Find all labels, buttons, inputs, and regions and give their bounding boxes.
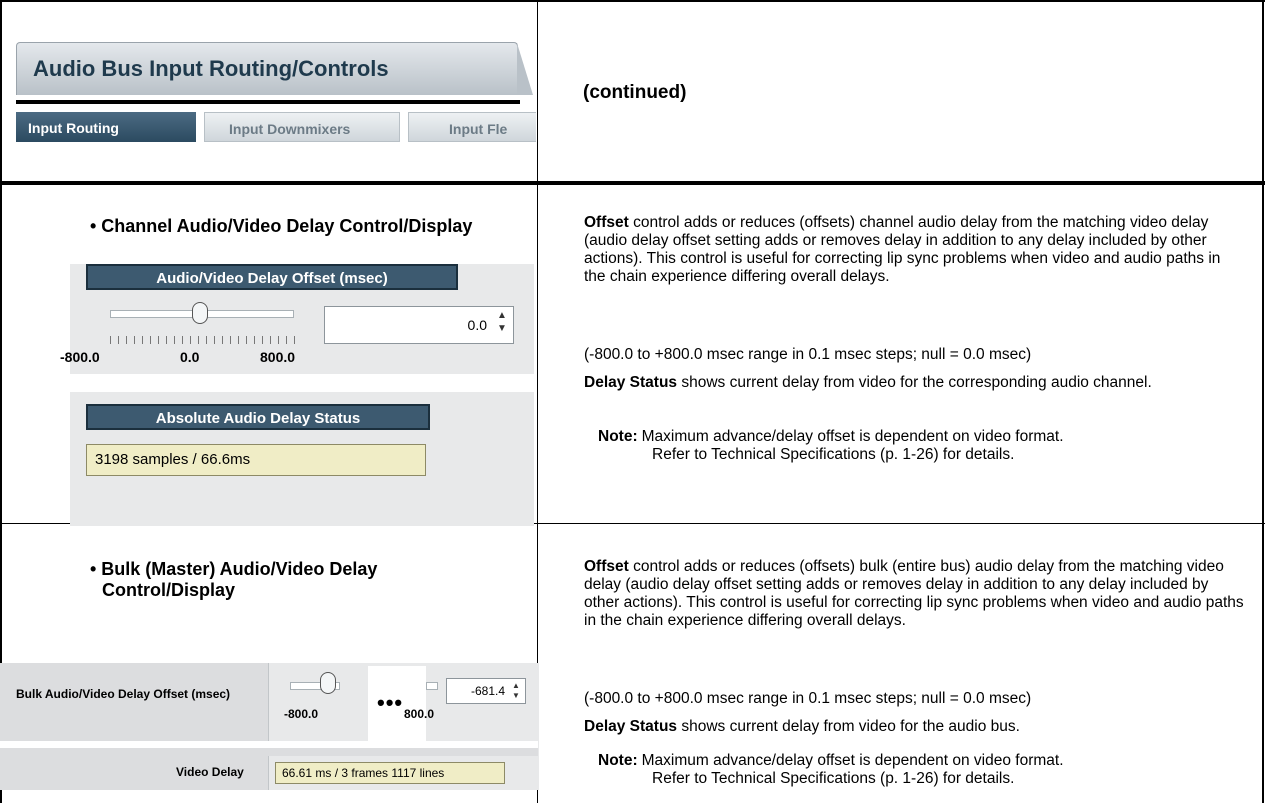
bulk-slider-min-label: -800.0 <box>284 707 319 721</box>
bulk-offset-spinner[interactable]: -681.4 ▲ ▼ <box>446 678 526 704</box>
video-delay-status: 66.61 ms / 3 frames 1117 lines <box>275 762 505 784</box>
section1-heading: • Channel Audio/Video Delay Control/Disp… <box>90 216 473 236</box>
header-ui-capture: Audio Bus Input Routing/Controls Input R… <box>16 42 536 142</box>
video-delay-label-text: Video Delay <box>176 765 244 779</box>
offset-slider-ticks <box>110 336 296 344</box>
slider-max-label: 800.0 <box>260 349 296 365</box>
offset-term: Offset <box>584 214 629 231</box>
section2-heading-line1: • Bulk (Master) Audio/Video Delay <box>90 559 378 579</box>
bulk-ui-separator <box>0 741 538 748</box>
section2-heading: • Bulk (Master) Audio/Video Delay Contro… <box>90 559 377 601</box>
continued-label: (continued) <box>583 82 687 103</box>
ellipsis-icon: ••• <box>377 690 404 715</box>
section2-note: Note: Maximum advance/delay offset is dep… <box>598 752 1248 788</box>
page-title-tab: Audio Bus Input Routing/Controls <box>16 42 533 95</box>
bulk-offset-description: control adds or reduces (offsets) bulk (… <box>584 558 1244 629</box>
bulk-note-label: Note: <box>598 752 638 769</box>
absolute-delay-status: 3198 samples / 66.6ms <box>86 444 426 476</box>
section1-note: Note: Maximum advance/delay offset is dep… <box>598 428 1248 464</box>
offset-slider-thumb[interactable] <box>192 302 208 324</box>
header-row-bottom-border <box>0 181 1265 185</box>
page-title: Audio Bus Input Routing/Controls <box>33 56 389 81</box>
section2-range: (-800.0 to +800.0 msec range in 0.1 msec… <box>584 690 1032 707</box>
offset-spinner-value: 0.0 <box>467 317 487 333</box>
bulk-slider-max-label: 800.0 <box>404 707 435 721</box>
offset-panel-title: Audio/Video Delay Offset (msec) <box>86 264 458 290</box>
bulk-slider-track-right[interactable] <box>426 682 438 690</box>
slider-min-label: -800.0 <box>60 349 100 365</box>
tab-input-fle[interactable]: Input Fle <box>408 112 536 142</box>
bulk-note-line1: Maximum advance/delay offset is dependen… <box>641 752 1064 769</box>
section1-paragraph-status: Delay Status shows current delay from vi… <box>584 374 1244 392</box>
note-line2: Refer to Technical Specifications (p. 1-… <box>652 446 1015 463</box>
table-top-border <box>0 0 1265 2</box>
section2-heading-line2: Control/Display <box>102 580 236 600</box>
bulk-delay-status-term: Delay Status <box>584 718 678 735</box>
delay-status-term: Delay Status <box>584 374 678 391</box>
ui-gap <box>70 374 534 392</box>
title-underline <box>16 100 520 104</box>
bulk-slider-thumb[interactable] <box>320 672 336 694</box>
channel-delay-ui-capture: Audio/Video Delay Offset (msec) -800.0 0… <box>60 264 534 526</box>
bulk-offset-label: Bulk Audio/Video Delay Offset (msec) <box>16 687 231 701</box>
tab-input-downmixers[interactable]: Input Downmixers <box>204 112 400 142</box>
offset-spinner[interactable]: 0.0 ▲ ▼ <box>324 306 514 344</box>
section2-paragraph-status: Delay Status shows current delay from vi… <box>584 718 1244 736</box>
section2-paragraph-offset: Offset control adds or reduces (offsets)… <box>584 558 1244 630</box>
table-right-border <box>1262 0 1264 803</box>
slider-mid-label: 0.0 <box>180 349 200 365</box>
note-line1: Maximum advance/delay offset is dependen… <box>641 428 1064 445</box>
section1-range: (-800.0 to +800.0 msec range in 0.1 msec… <box>584 346 1032 363</box>
offset-description: control adds or reduces (offsets) channe… <box>584 214 1221 285</box>
function-table: Audio Bus Input Routing/Controls Input R… <box>0 0 1265 803</box>
status-panel-title: Absolute Audio Delay Status <box>86 404 430 430</box>
note-label: Note: <box>598 428 638 445</box>
spinner-arrows-icon[interactable]: ▲ ▼ <box>493 309 511 341</box>
bulk-offset-spinner-value: -681.4 <box>470 684 505 698</box>
bulk-spinner-arrows-icon[interactable]: ▲ ▼ <box>509 681 523 701</box>
bulk-offset-term: Offset <box>584 558 629 575</box>
tab-bar: Input Routing Input Downmixers Input Fle <box>16 112 536 142</box>
bulk-delay-status-description: shows current delay from video for the a… <box>677 718 1020 735</box>
tab-input-routing[interactable]: Input Routing <box>16 112 196 142</box>
bulk-note-line2: Refer to Technical Specifications (p. 1-… <box>652 770 1015 787</box>
delay-status-description: shows current delay from video for the c… <box>677 374 1152 391</box>
section1-paragraph-offset: Offset control adds or reduces (offsets)… <box>584 214 1244 286</box>
